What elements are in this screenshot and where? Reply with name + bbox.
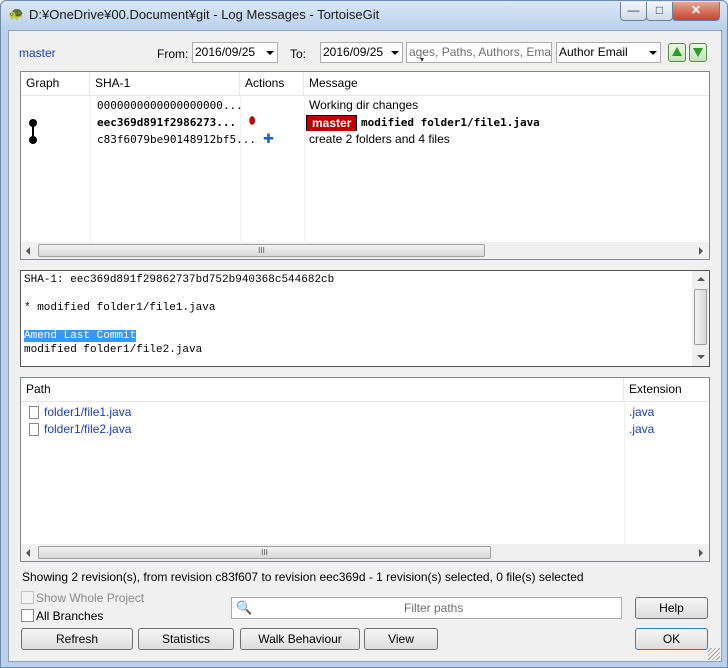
next-button[interactable]: [689, 43, 707, 62]
commit-body: modified folder1/file2.java: [24, 344, 203, 356]
resize-grip-icon[interactable]: [708, 648, 720, 660]
message-cell: Working dir changes: [309, 98, 419, 112]
all-branches-checkbox[interactable]: [21, 609, 34, 622]
scroll-left-icon[interactable]: [26, 549, 30, 557]
from-label: From:: [157, 47, 189, 61]
branch-link[interactable]: master: [19, 46, 56, 60]
log-row[interactable]: 0000000000000000000... Working dir chang…: [21, 97, 709, 114]
arrow-down-icon: [693, 48, 703, 57]
show-whole-project-label: Show Whole Project: [36, 591, 145, 605]
commit-message-view[interactable]: SHA-1: eec369d891f29862737bd752b940368c5…: [20, 270, 710, 367]
filter-field-value: Author Email: [559, 45, 628, 59]
view-button[interactable]: View: [364, 628, 438, 650]
sha-cell: c83f6079be90148912bf5...: [97, 133, 256, 146]
help-button[interactable]: Help: [635, 597, 708, 619]
tortoisegit-app-icon: 🐢: [8, 6, 25, 21]
all-branches-label: All Branches: [36, 609, 104, 623]
search-icon: 🔍: [236, 600, 253, 615]
log-messages-window: 🐢 D:¥OneDrive¥00.Document¥git - Log Mess…: [0, 0, 728, 668]
java-file-icon: [29, 406, 39, 419]
file-row[interactable]: folder1/file1.java .java: [21, 404, 709, 421]
file-path: folder1/file2.java: [44, 422, 132, 436]
scroll-down-icon[interactable]: [697, 355, 705, 359]
from-date-value: 2016/09/25: [195, 45, 256, 59]
column-header-graph[interactable]: Graph: [21, 72, 90, 95]
file-extension: .java: [629, 422, 655, 436]
dialog-body: master From: 2016/09/25 To: 2016/09/25 a…: [8, 30, 722, 662]
selected-text: Amend Last Commit: [24, 330, 137, 342]
message-cell: modified folder1/file1.java: [361, 116, 540, 129]
chevron-down-icon: [266, 51, 274, 55]
branch-badge-master: master: [306, 115, 358, 131]
scroll-right-icon[interactable]: [699, 247, 703, 255]
refresh-button[interactable]: Refresh: [21, 628, 133, 650]
scrollbar-thumb[interactable]: III: [38, 546, 491, 559]
file-add-icon: ✚: [263, 131, 274, 146]
column-header-path[interactable]: Path: [21, 378, 624, 401]
java-file-icon: [29, 423, 39, 436]
prev-button[interactable]: [668, 43, 686, 62]
filter-paths-input[interactable]: 🔍 Filter paths: [231, 597, 622, 619]
message-cell: create 2 folders and 4 files: [309, 132, 450, 146]
minimize-button[interactable]: —: [620, 2, 647, 21]
to-date-picker[interactable]: 2016/09/25: [320, 42, 403, 63]
log-list[interactable]: Graph SHA-1 Actions Message 000000000000…: [20, 71, 710, 260]
to-label: To:: [290, 47, 307, 61]
commit-sha-line: SHA-1: eec369d891f29862737bd752b940368c5…: [24, 274, 335, 286]
column-header-sha[interactable]: SHA-1: [90, 72, 240, 95]
ok-button[interactable]: OK: [635, 628, 708, 650]
header-divider: [21, 95, 709, 96]
file-path: folder1/file1.java: [44, 405, 132, 419]
column-header-actions[interactable]: Actions: [240, 72, 304, 95]
changed-files-list[interactable]: Path Extension folder1/file1.java .java …: [20, 377, 710, 562]
from-date-picker[interactable]: 2016/09/25: [192, 42, 278, 63]
search-placeholder: ages, Paths, Authors, Emails,: [409, 45, 552, 59]
scroll-up-icon[interactable]: [697, 277, 705, 281]
scroll-right-icon[interactable]: [699, 549, 703, 557]
status-text: Showing 2 revision(s), from revision c83…: [22, 570, 584, 584]
sha-cell: eec369d891f2986273...: [97, 116, 237, 129]
scroll-left-icon[interactable]: [26, 247, 30, 255]
column-header-extension[interactable]: Extension: [624, 378, 709, 401]
file-row[interactable]: folder1/file2.java .java: [21, 421, 709, 438]
files-horizontal-scrollbar[interactable]: III: [21, 544, 709, 561]
sha-cell: 0000000000000000000...: [97, 99, 243, 112]
search-input[interactable]: ages, Paths, Authors, Emails,: [406, 42, 552, 63]
search-options-arrow-icon[interactable]: ▾: [420, 55, 424, 64]
filter-field-select[interactable]: Author Email: [556, 42, 661, 63]
chevron-down-icon: [649, 51, 657, 55]
filter-paths-placeholder: Filter paths: [404, 601, 464, 615]
log-row[interactable]: c83f6079be90148912bf5... ✚ create 2 fold…: [21, 131, 709, 148]
column-header-message[interactable]: Message: [304, 72, 709, 95]
arrow-up-icon: [672, 47, 682, 56]
statistics-button[interactable]: Statistics: [138, 628, 234, 650]
header-divider: [21, 401, 709, 402]
log-row-selected[interactable]: eec369d891f2986273... ⬮ master modified …: [21, 114, 709, 131]
chevron-down-icon: [391, 51, 399, 55]
file-extension: .java: [629, 405, 655, 419]
commit-action-icon: ⬮: [249, 116, 256, 127]
log-horizontal-scrollbar[interactable]: III: [21, 242, 709, 259]
commit-vertical-scrollbar[interactable]: [692, 271, 709, 366]
maximize-button[interactable]: □: [646, 2, 673, 21]
scrollbar-thumb[interactable]: III: [38, 244, 485, 257]
scrollbar-thumb[interactable]: [694, 289, 707, 345]
walk-behaviour-button[interactable]: Walk Behaviour: [240, 628, 360, 650]
graph-node: [29, 136, 37, 144]
show-whole-project-checkbox[interactable]: [21, 591, 34, 604]
commit-subject: * modified folder1/file1.java: [24, 302, 216, 314]
title-bar[interactable]: 🐢 D:¥OneDrive¥00.Document¥git - Log Mess…: [1, 1, 727, 29]
window-title: D:¥OneDrive¥00.Document¥git - Log Messag…: [29, 7, 380, 22]
close-button[interactable]: ✕: [672, 2, 720, 21]
graph-node: [29, 119, 37, 127]
to-date-value: 2016/09/25: [323, 45, 384, 59]
